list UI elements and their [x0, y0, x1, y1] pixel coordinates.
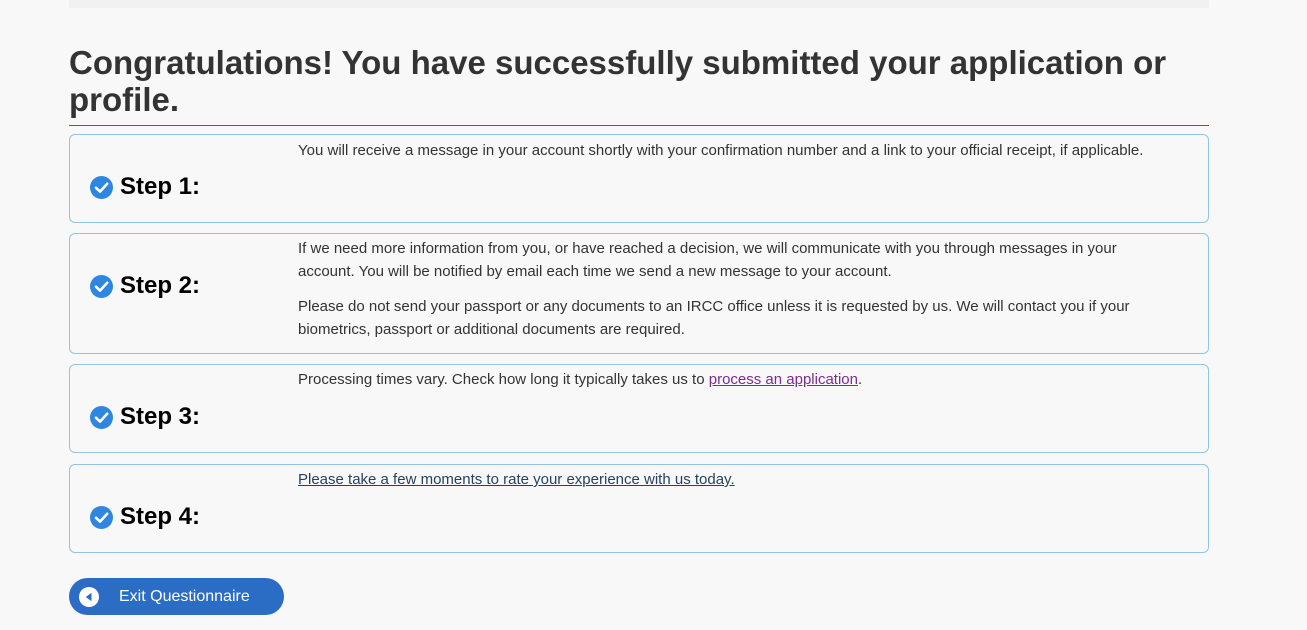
step-panel-2: Step 2: If we need more information from… — [69, 233, 1209, 354]
step-heading-4: Step 4: — [90, 503, 200, 531]
step-text-2: If we need more information from you, or… — [298, 237, 1158, 353]
page-title: Congratulations! You have successfully s… — [69, 44, 1167, 118]
step-text-before-link: Processing times vary. Check how long it… — [298, 371, 709, 388]
check-circle-icon — [90, 175, 113, 199]
top-strip — [69, 0, 1209, 8]
check-circle-icon — [90, 405, 113, 429]
step-paragraph: You will receive a message in your accou… — [298, 142, 1144, 159]
step-label: Step 4: — [120, 503, 201, 530]
step-paragraph: Please do not send your passport or any … — [298, 298, 1130, 338]
step-paragraph: Please take a few moments to rate your e… — [298, 468, 1158, 491]
step-text-3: Processing times vary. Check how long it… — [298, 368, 1158, 403]
step-heading-1: Step 1: — [90, 173, 200, 201]
step-label: Step 1: — [120, 173, 201, 200]
check-circle-icon — [90, 505, 113, 529]
rate-experience-link[interactable]: Please take a few moments to rate your e… — [298, 471, 735, 488]
step-label: Step 3: — [120, 403, 201, 430]
title-divider — [69, 125, 1209, 126]
step-paragraph: If we need more information from you, or… — [298, 240, 1117, 280]
step-panel-4: Step 4: Please take a few moments to rat… — [69, 464, 1209, 553]
exit-questionnaire-button[interactable]: Exit Questionnaire — [69, 578, 284, 615]
step-text-after-link: . — [858, 371, 863, 388]
step-panel-3: Step 3: Processing times vary. Check how… — [69, 364, 1209, 453]
step-panel-1: Step 1: You will receive a message in yo… — [69, 134, 1209, 223]
step-paragraph: Processing times vary. Check how long it… — [298, 368, 1158, 391]
exit-button-label: Exit Questionnaire — [119, 587, 250, 605]
step-label: Step 2: — [120, 272, 201, 299]
step-text-1: You will receive a message in your accou… — [298, 139, 1158, 174]
step-heading-2: Step 2: — [90, 272, 200, 300]
step-text-4: Please take a few moments to rate your e… — [298, 468, 1158, 503]
process-application-link[interactable]: process an application — [709, 371, 858, 388]
check-circle-icon — [90, 274, 113, 298]
step-heading-3: Step 3: — [90, 403, 200, 431]
back-arrow-circle-icon — [79, 586, 99, 607]
